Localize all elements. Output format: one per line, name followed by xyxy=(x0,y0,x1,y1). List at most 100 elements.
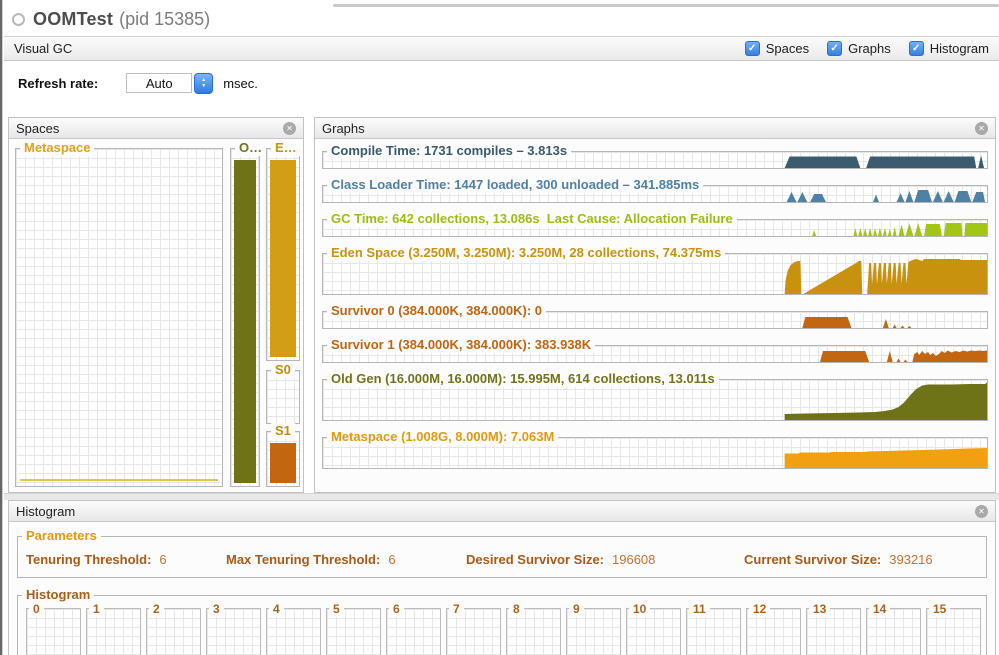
histogram-panel-body: Parameters Tenuring Threshold: 6 Max Ten… xyxy=(9,522,995,655)
tenuring-bin-8: 8 xyxy=(506,608,561,655)
param-label: Tenuring Threshold: xyxy=(26,552,151,567)
page-title: OOMTest xyxy=(33,9,113,30)
refresh-rate-row: Refresh rate: Auto ▲ ▼ msec. xyxy=(4,61,999,105)
graph-old-gen-title: Old Gen (16.000M, 16.000M): 15.995M, 614… xyxy=(327,371,719,387)
tenuring-bin-9: 9 xyxy=(566,608,621,655)
metaspace-usage-bar xyxy=(20,479,218,481)
bin-label: 9 xyxy=(569,601,584,617)
graph-gc-time-title: GC Time: 642 collections, 13.086s Last C… xyxy=(327,211,737,227)
param-value: 393216 xyxy=(889,552,932,567)
spaces-panel: Spaces ✕ Metaspace O… E… xyxy=(8,117,304,493)
parameters-row: Tenuring Threshold: 6 Max Tenuring Thres… xyxy=(18,537,986,577)
metaspace-space-box: Metaspace xyxy=(15,148,223,487)
graphs-checkbox[interactable]: ✓ Graphs xyxy=(827,41,891,56)
tenuring-bin-10: 10 xyxy=(626,608,681,655)
close-icon[interactable]: ✕ xyxy=(283,122,296,135)
view-toggles: ✓ Spaces ✓ Graphs ✓ Histogram xyxy=(745,41,989,56)
graph-survivor0-title: Survivor 0 (384.000K, 384.000K): 0 xyxy=(327,303,546,319)
tenuring-bin-12: 12 xyxy=(746,608,801,655)
parameters-group: Parameters Tenuring Threshold: 6 Max Ten… xyxy=(17,536,987,578)
tenuring-bin-13: 13 xyxy=(806,608,861,655)
param-label: Current Survivor Size: xyxy=(744,552,881,567)
tenuring-bin-11: 11 xyxy=(686,608,741,655)
tenuring-bin-7: 7 xyxy=(446,608,501,655)
metaspace-space-label: Metaspace xyxy=(20,140,94,156)
main-panels-row: Spaces ✕ Metaspace O… E… xyxy=(4,105,999,493)
stepper-button[interactable]: ▲ ▼ xyxy=(194,73,213,94)
old-gen-usage-bar xyxy=(234,160,256,483)
spaces-panel-title: Spaces xyxy=(16,121,59,136)
eden-space-label: E… xyxy=(271,140,301,156)
refresh-rate-value[interactable]: Auto xyxy=(126,73,192,93)
survivor1-space-box: S1 xyxy=(266,431,300,487)
close-icon[interactable]: ✕ xyxy=(975,505,988,518)
bin-label: 3 xyxy=(209,601,224,617)
tenuring-bin-5: 5 xyxy=(326,608,381,655)
spaces-checkbox[interactable]: ✓ Spaces xyxy=(745,41,809,56)
spaces-checkbox-label: Spaces xyxy=(766,41,809,56)
survivor1-usage-bar xyxy=(270,443,296,483)
graphs-panel: Graphs ✕ Compile Time: 1731 compiles – 3… xyxy=(314,117,996,493)
bin-label: 15 xyxy=(929,601,950,617)
checkbox-check-icon: ✓ xyxy=(827,41,842,56)
close-icon[interactable]: ✕ xyxy=(975,122,988,135)
bin-label: 0 xyxy=(29,601,44,617)
bin-label: 13 xyxy=(809,601,830,617)
bin-label: 5 xyxy=(329,601,344,617)
chevron-down-icon: ▼ xyxy=(201,83,206,89)
histogram-checkbox[interactable]: ✓ Histogram xyxy=(909,41,989,56)
tenuring-bin-1: 1 xyxy=(86,608,141,655)
graph-class-loader-time: Class Loader Time: 1447 loaded, 300 unlo… xyxy=(322,185,988,203)
refresh-rate-select[interactable]: Auto ▲ ▼ xyxy=(126,73,213,94)
eden-usage-bar xyxy=(270,160,296,357)
histogram-group: Histogram 0 1 2 3 4 5 6 7 8 9 10 11 xyxy=(17,595,987,655)
graph-compile-time: Compile Time: 1731 compiles – 3.813s xyxy=(322,151,988,169)
bin-label: 12 xyxy=(749,601,770,617)
max-tenuring-threshold: Max Tenuring Threshold: 6 xyxy=(226,552,466,567)
graph-gc-time: GC Time: 642 collections, 13.086s Last C… xyxy=(322,219,988,237)
visualvm-window: OOMTest (pid 15385) Visual GC ✓ Spaces ✓… xyxy=(0,0,999,655)
survivor0-space-box: S0 xyxy=(266,370,300,424)
graphs-panel-title: Graphs xyxy=(322,121,365,136)
desired-survivor-size: Desired Survivor Size: 196608 xyxy=(466,552,744,567)
spaces-panel-body: Metaspace O… E… S0 S1 xyxy=(9,139,303,492)
param-value: 6 xyxy=(159,552,166,567)
background-window-edge xyxy=(333,4,999,7)
graph-survivor0: Survivor 0 (384.000K, 384.000K): 0 xyxy=(322,311,988,329)
histogram-checkbox-label: Histogram xyxy=(930,41,989,56)
bin-label: 2 xyxy=(149,601,164,617)
tenuring-bin-15: 15 xyxy=(926,608,981,655)
section-gap xyxy=(4,493,999,500)
old-gen-space-box: O… xyxy=(230,148,260,487)
param-label: Max Tenuring Threshold: xyxy=(226,552,380,567)
tenuring-bins-row: 0 1 2 3 4 5 6 7 8 9 10 11 12 13 xyxy=(18,596,986,655)
spaces-panel-header: Spaces ✕ xyxy=(9,118,303,139)
visual-gc-toolbar: Visual GC ✓ Spaces ✓ Graphs ✓ Histogram xyxy=(4,36,999,61)
bin-label: 7 xyxy=(449,601,464,617)
graph-class-loader-title: Class Loader Time: 1447 loaded, 300 unlo… xyxy=(327,177,703,193)
old-gen-space-label: O… xyxy=(235,140,266,156)
survivor1-space-label: S1 xyxy=(271,423,295,439)
survivor0-space-label: S0 xyxy=(271,362,295,378)
tenuring-bin-2: 2 xyxy=(146,608,201,655)
tenuring-bin-0: 0 xyxy=(26,608,81,655)
bin-label: 10 xyxy=(629,601,650,617)
tenuring-bin-3: 3 xyxy=(206,608,261,655)
param-label: Desired Survivor Size: xyxy=(466,552,604,567)
bin-label: 6 xyxy=(389,601,404,617)
graphs-panel-body: Compile Time: 1731 compiles – 3.813s Cla… xyxy=(315,139,995,492)
param-value: 196608 xyxy=(612,552,655,567)
checkbox-check-icon: ✓ xyxy=(745,41,760,56)
tenuring-bin-4: 4 xyxy=(266,608,321,655)
graph-metaspace-title: Metaspace (1.008G, 8.000M): 7.063M xyxy=(327,429,558,445)
graph-compile-time-title: Compile Time: 1731 compiles – 3.813s xyxy=(327,143,571,159)
window-left-border xyxy=(0,0,3,655)
graph-eden-title: Eden Space (3.250M, 3.250M): 3.250M, 28 … xyxy=(327,245,725,261)
page-title-pid: (pid 15385) xyxy=(119,9,210,30)
graphs-panel-header: Graphs ✕ xyxy=(315,118,995,139)
histogram-panel-title: Histogram xyxy=(16,504,75,519)
graph-eden-space: Eden Space (3.250M, 3.250M): 3.250M, 28 … xyxy=(322,253,988,295)
graph-survivor1: Survivor 1 (384.000K, 384.000K): 383.938… xyxy=(322,345,988,363)
refresh-rate-unit: msec. xyxy=(223,76,258,91)
tab-visual-gc[interactable]: Visual GC xyxy=(14,41,72,56)
